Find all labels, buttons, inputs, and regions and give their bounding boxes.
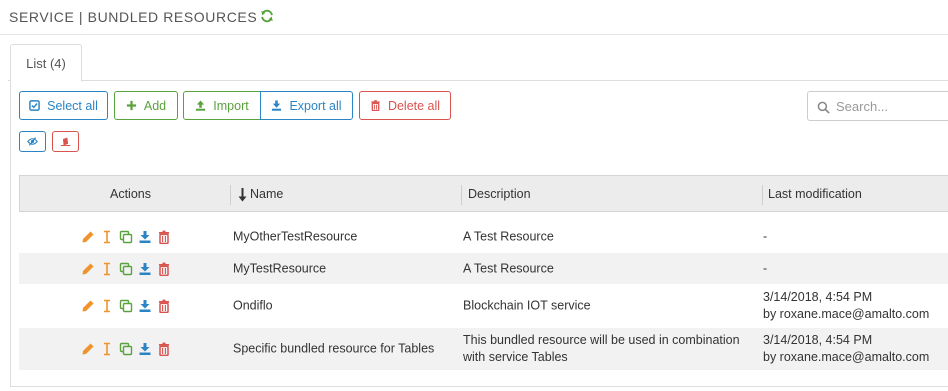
sort-down-icon <box>238 188 247 202</box>
edit-icon[interactable] <box>81 342 95 356</box>
download-icon[interactable] <box>138 299 152 313</box>
search-input[interactable] <box>836 97 948 115</box>
resources-table: Actions Name Description Last modificati… <box>19 175 948 370</box>
copy-icon[interactable] <box>119 299 133 313</box>
export-all-button[interactable]: Export all <box>260 91 353 120</box>
row-description: A Test Resource <box>463 260 554 277</box>
search-icon <box>817 101 830 114</box>
add-button[interactable]: Add <box>114 91 178 120</box>
download-icon[interactable] <box>138 342 152 356</box>
row-actions <box>81 230 171 244</box>
column-divider <box>230 185 231 205</box>
column-header-actions: Actions <box>110 187 151 201</box>
row-modified-line: by roxane.mace@amalto.com <box>763 350 930 364</box>
delete-icon[interactable] <box>157 230 171 244</box>
copy-icon[interactable] <box>119 342 133 356</box>
download-icon[interactable] <box>138 230 152 244</box>
table-row: MyOtherTestResource A Test Resource - <box>19 221 948 252</box>
row-description-line: This bundled resource will be used in co… <box>463 333 740 347</box>
row-actions <box>81 342 171 356</box>
column-header-name[interactable]: Name <box>238 176 283 213</box>
import-button[interactable]: Import <box>183 91 261 120</box>
delete-icon[interactable] <box>157 299 171 313</box>
refresh-icon[interactable] <box>260 9 274 23</box>
copy-icon[interactable] <box>119 262 133 276</box>
rename-icon[interactable] <box>100 230 114 244</box>
table-row: Specific bundled resource for Tables Thi… <box>19 328 948 370</box>
row-last-modification: 3/14/2018, 4:54 PM by roxane.mace@amalto… <box>763 332 929 366</box>
copy-icon[interactable] <box>119 230 133 244</box>
delete-all-button[interactable]: Delete all <box>359 91 451 120</box>
edit-icon[interactable] <box>81 299 95 313</box>
delete-icon[interactable] <box>157 342 171 356</box>
row-modified-line: by roxane.mace@amalto.com <box>763 307 930 321</box>
row-description-line: with service Tables <box>463 350 568 364</box>
select-all-button[interactable]: Select all <box>19 91 108 120</box>
table-row: Ondiflo Blockchain IOT service 3/14/2018… <box>19 285 948 327</box>
download-icon <box>272 100 282 111</box>
row-last-modification: - <box>763 260 767 277</box>
row-modified-line: 3/14/2018, 4:54 PM <box>763 290 873 304</box>
eraser-icon <box>60 137 71 146</box>
row-last-modification: - <box>763 228 767 245</box>
table-row: MyTestResource A Test Resource - <box>19 253 948 284</box>
rename-icon[interactable] <box>100 299 114 313</box>
eye-slash-icon <box>27 137 38 146</box>
tab-bar: List (4) <box>8 44 948 82</box>
column-divider <box>762 185 763 205</box>
delete-icon[interactable] <box>157 262 171 276</box>
row-name: Specific bundled resource for Tables <box>233 341 435 356</box>
edit-icon[interactable] <box>81 230 95 244</box>
row-name: MyOtherTestResource <box>233 229 358 243</box>
delete-all-label: Delete all <box>387 98 441 113</box>
column-header-description[interactable]: Description <box>468 176 531 213</box>
rename-icon[interactable] <box>100 262 114 276</box>
edit-icon[interactable] <box>81 262 95 276</box>
upload-icon <box>196 100 206 111</box>
add-label: Add <box>143 98 167 113</box>
tab-list[interactable]: List (4) <box>10 44 82 82</box>
row-modified-line: - <box>763 229 768 243</box>
row-description-line: A Test Resource <box>463 261 554 275</box>
rename-icon[interactable] <box>100 342 114 356</box>
check-square-icon <box>29 100 40 111</box>
search-box <box>807 91 948 121</box>
bundled-resources-panel: List (4) Select all Add Import Export al… <box>8 44 948 387</box>
row-actions <box>81 262 171 276</box>
row-last-modification: 3/14/2018, 4:54 PM by roxane.mace@amalto… <box>763 289 929 323</box>
row-description-line: Blockchain IOT service <box>463 298 591 313</box>
import-label: Import <box>213 98 249 113</box>
row-modified-line: 3/14/2018, 4:54 PM <box>763 333 873 347</box>
page-title: SERVICE | BUNDLED RESOURCES <box>9 9 258 25</box>
page-header: SERVICE | BUNDLED RESOURCES <box>0 0 948 35</box>
plus-icon <box>126 100 136 111</box>
row-modified-line: - <box>763 261 768 275</box>
column-divider <box>461 185 462 205</box>
toggle-visibility-button[interactable] <box>19 131 46 152</box>
column-header-last-modification[interactable]: Last modification <box>768 176 862 213</box>
row-description: This bundled resource will be used in co… <box>463 332 740 366</box>
trash-icon <box>371 100 380 111</box>
list-content: Select all Add Import Export all Delete … <box>10 81 948 387</box>
row-description: Blockchain IOT service <box>463 298 591 315</box>
row-description: A Test Resource <box>463 228 554 245</box>
select-all-label: Select all <box>47 98 98 113</box>
column-header-name-label: Name <box>250 187 284 201</box>
table-header: Actions Name Description Last modificati… <box>19 175 948 212</box>
clear-filters-button[interactable] <box>52 131 79 152</box>
row-actions <box>81 299 171 313</box>
row-description-line: A Test Resource <box>463 229 554 243</box>
row-name: MyTestResource <box>233 261 327 275</box>
download-icon[interactable] <box>138 262 152 276</box>
export-all-label: Export all <box>289 98 342 113</box>
row-name: Ondiflo <box>233 298 273 313</box>
